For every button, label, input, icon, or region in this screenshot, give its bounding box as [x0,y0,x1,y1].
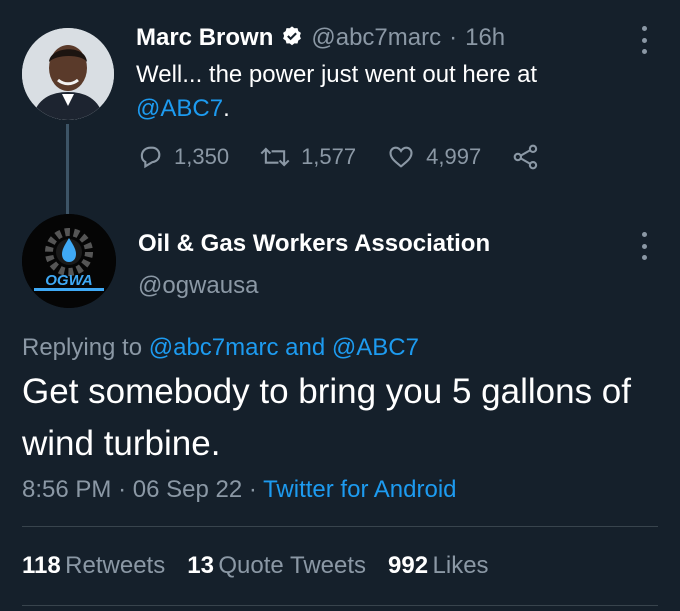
author-name[interactable]: Marc Brown [136,24,273,52]
timestamp-separator-2: · [248,476,257,503]
replying-to-mention-1[interactable]: @abc7marc [149,334,279,361]
avatar-photo [22,28,114,120]
like-button[interactable]: 4,997 [386,143,481,171]
tweet-timestamp: 8:56 PM · 06 Sep 22 · Twitter for Androi… [22,476,457,504]
reply-count: 1,350 [174,144,230,169]
reply-author-handle[interactable]: @ogwausa [138,272,258,300]
reply-icon [140,146,161,169]
marc-brown-avatar[interactable] [22,28,114,120]
timestamp-separator-1: · [118,476,127,503]
reply-more-icon[interactable] [632,232,656,260]
ogwa-logo-avatar[interactable]: OGWA [22,214,116,308]
logo-text: OGWA [45,272,93,289]
mention-link[interactable]: @ABC7 [136,95,223,122]
likes-label: Likes [432,552,489,579]
stats-top-divider [22,526,658,527]
ogwa-logo: OGWA [22,214,116,308]
tweet-actions: 1,350 1,577 4,997 [136,143,541,171]
like-count: 4,997 [426,144,482,169]
retweets-stat[interactable]: 118 Retweets [22,552,165,580]
author-handle[interactable]: @abc7marc [311,24,441,52]
reply-tweet-text: Get somebody to bring you 5 gallons of w… [22,372,631,463]
more-icon[interactable] [632,26,656,54]
retweet-count: 1,577 [301,144,357,169]
quote-tweets-stat[interactable]: 13 Quote Tweets [187,552,366,580]
tweet-text-suffix: . [223,95,230,122]
quotes-count: 13 [187,552,214,579]
replying-to-line: Replying to @abc7marc and @ABC7 [22,334,419,362]
engagement-stats: 118 Retweets 13 Quote Tweets 992 Likes [22,552,489,580]
replying-to-label: Replying to [22,334,143,361]
stats-bottom-divider [22,605,658,606]
time-separator: · [449,24,458,51]
retweets-label: Retweets [65,552,166,579]
tweet-text-prefix: Well... the power just went out here at [136,61,538,88]
tweet-time[interactable]: 16h [465,24,505,52]
tweet-text: Well... the power just went out here at … [136,58,636,126]
verified-badge-icon [281,25,303,52]
retweets-count: 118 [22,552,61,579]
reply-author-name[interactable]: Oil & Gas Workers Association [138,230,490,258]
tweet-header: Marc Brown @abc7marc · 16h [136,24,505,52]
reply-button[interactable]: 1,350 [136,143,229,171]
retweet-icon [260,147,290,167]
thread-connector-line [66,124,69,214]
share-button[interactable] [511,143,541,171]
tweet-time[interactable]: 8:56 PM [22,476,111,503]
likes-count: 992 [388,552,429,579]
quotes-label: Quote Tweets [218,552,367,579]
share-icon [513,144,538,170]
tweet-date[interactable]: 06 Sep 22 [133,476,242,503]
tweet-source-link[interactable]: Twitter for Android [263,476,456,503]
likes-stat[interactable]: 992 Likes [388,552,489,580]
like-icon [389,146,413,168]
retweet-button[interactable]: 1,577 [259,143,356,171]
replying-to-mention-2[interactable]: @ABC7 [332,334,419,361]
replying-to-and: and [285,334,326,361]
